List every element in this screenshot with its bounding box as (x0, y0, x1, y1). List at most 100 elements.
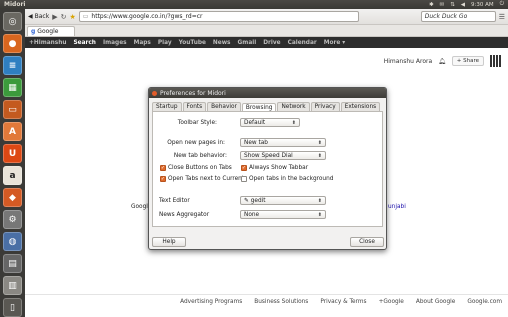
open-tabs-next-checkbox[interactable]: ✓ Open Tabs next to Current (160, 176, 244, 182)
menu-icon[interactable]: ☰ (499, 13, 505, 21)
google-bar-item[interactable]: Maps (134, 40, 151, 46)
checkbox-box: ✓ (160, 165, 166, 171)
google-bar-item[interactable]: Images (103, 40, 127, 46)
google-bar-item[interactable]: YouTube (179, 40, 206, 46)
software-center-icon[interactable]: A (3, 122, 22, 141)
toolbar-style-label: Toolbar Style: (177, 120, 217, 126)
app-icon[interactable]: ▥ (3, 276, 22, 295)
google-favicon-icon: g (31, 28, 36, 35)
open-tabs-background-checkbox[interactable]: Open tabs in the background (241, 176, 333, 182)
google-bar-item[interactable]: Drive (263, 40, 280, 46)
footer-link[interactable]: +Google (379, 299, 404, 305)
ubuntu-one-icon[interactable]: U (3, 144, 22, 163)
gedit-icon: ✎ (244, 197, 251, 204)
launcher: ◎ ● ≡ ▦ ▭ A U a ◆ ⚙ ◍ ▤ ▥ ▯ (0, 9, 25, 317)
active-app-title: Midori (4, 1, 26, 8)
google-bar-item[interactable]: More ▾ (324, 40, 345, 46)
tab-behavior[interactable]: Behavior (207, 102, 241, 111)
open-new-pages-label: Open new pages in: (167, 140, 225, 146)
writer-icon[interactable]: ≡ (3, 56, 22, 75)
text-editor-select[interactable]: ✎ gedit ⬍ (240, 196, 326, 205)
amazon-icon[interactable]: a (3, 166, 22, 185)
share-button[interactable]: + Share (451, 56, 484, 66)
firefox-icon[interactable]: ● (3, 34, 22, 53)
checkbox-box: ✓ (241, 165, 247, 171)
footer-link[interactable]: Google.com (467, 299, 502, 305)
dialog-title: Preferences for Midori (160, 89, 226, 97)
text-editor-value: gedit (250, 197, 266, 204)
news-aggregator-value: None (244, 211, 260, 218)
tab-extensions[interactable]: Extensions (340, 102, 381, 111)
checkbox-label: Open Tabs next to Current (168, 176, 245, 182)
checkbox-label: Always Show Tabbar (249, 165, 309, 171)
back-button[interactable]: ◀ Back (28, 13, 49, 20)
reload-icon[interactable]: ↻ (61, 13, 67, 21)
checkbox-label: Open tabs in the background (249, 176, 334, 182)
url-text: https://www.google.co.in/?gws_rd=cr (91, 13, 203, 20)
bluetooth-icon[interactable]: ✱ (429, 2, 434, 8)
google-bar-item[interactable]: News (213, 40, 231, 46)
page-icon: ▭ (82, 13, 89, 20)
power-icon[interactable]: ⏻ (500, 1, 504, 8)
dash-home-icon[interactable]: ◎ (3, 12, 22, 31)
navigation-toolbar: ◀ Back ▶ ↻ ★ ▭ https://www.google.co.in/?… (25, 9, 508, 25)
forward-icon[interactable]: ▶ (52, 13, 57, 21)
toolbar-style-value: Default (244, 119, 266, 126)
tab-fonts[interactable]: Fonts (182, 102, 207, 111)
close-button[interactable]: Close (350, 237, 384, 247)
settings-icon[interactable]: ⚙ (3, 210, 22, 229)
checkbox-box (241, 176, 247, 182)
app-icon[interactable]: ▤ (3, 254, 22, 273)
google-bar-item[interactable]: +Himanshu (29, 40, 66, 46)
always-show-tabbar-checkbox[interactable]: ✓ Always Show Tabbar (241, 165, 308, 171)
google-bar-item[interactable]: Search (73, 40, 95, 46)
user-name[interactable]: Himanshu Arora (384, 58, 432, 65)
clock[interactable]: 9:30 AM (471, 2, 494, 8)
network-icon[interactable]: ⇅ (450, 2, 455, 8)
calc-icon[interactable]: ▦ (3, 78, 22, 97)
toolbar-style-select[interactable]: Default ⬍ (240, 118, 300, 127)
google-bar-item[interactable]: Play (158, 40, 172, 46)
app-icon[interactable]: ◍ (3, 232, 22, 251)
trash-icon[interactable]: ▯ (3, 298, 22, 317)
footer-link[interactable]: Business Solutions (254, 299, 308, 305)
bookmark-star-icon[interactable]: ★ (69, 13, 75, 21)
close-buttons-checkbox[interactable]: ✓ Close Buttons on Tabs (160, 165, 232, 171)
tab-privacy[interactable]: Privacy (310, 102, 340, 111)
search-placeholder: Duck Duck Go (424, 13, 468, 20)
google-bar-item[interactable]: Calendar (288, 40, 317, 46)
mail-icon[interactable]: ✉ (440, 2, 445, 8)
back-label: Back (34, 13, 50, 20)
system-tray: ✱ ✉ ⇅ ◀ 9:30 AM ⏻ (429, 1, 504, 8)
tab-google[interactable]: g Google (27, 26, 75, 36)
news-aggregator-label: News Aggregator (159, 212, 210, 218)
app-icon[interactable]: ◆ (3, 188, 22, 207)
url-field[interactable]: ▭ https://www.google.co.in/?gws_rd=cr (78, 11, 359, 22)
news-aggregator-select[interactable]: None ⬍ (240, 210, 326, 219)
back-arrow-icon: ◀ (28, 13, 33, 20)
open-new-pages-select[interactable]: New tab ⬍ (240, 138, 326, 147)
page-link-fragment[interactable]: unjabi (388, 204, 406, 210)
notification-bell-icon[interactable]: 🔔︎ (438, 58, 446, 65)
checkbox-label: Close Buttons on Tabs (168, 165, 232, 171)
tab-startup[interactable]: Startup (152, 102, 182, 111)
preferences-dialog: Preferences for Midori Startup Fonts Behav… (148, 87, 387, 250)
new-tab-behavior-label: New tab behavior: (173, 153, 227, 159)
volume-icon[interactable]: ◀ (461, 2, 465, 8)
combo-arrow-icon: ⬍ (291, 119, 296, 126)
help-button[interactable]: Help (152, 237, 186, 247)
impress-icon[interactable]: ▭ (3, 100, 22, 119)
new-tab-behavior-select[interactable]: Show Speed Dial ⬍ (240, 151, 326, 160)
close-window-icon[interactable] (152, 90, 157, 96)
footer-link[interactable]: Advertising Programs (180, 299, 242, 305)
search-field[interactable]: Duck Duck Go (420, 11, 496, 22)
footer-link[interactable]: Privacy & Terms (320, 299, 366, 305)
footer-link[interactable]: About Google (416, 299, 455, 305)
open-new-pages-value: New tab (244, 139, 268, 146)
avatar[interactable] (490, 55, 502, 67)
dialog-titlebar: Preferences for Midori (149, 88, 386, 98)
dialog-tabs: Startup Fonts Behavior Browsing Network Priva… (149, 98, 386, 112)
google-bar-item[interactable]: Gmail (238, 40, 257, 46)
tab-network[interactable]: Network (277, 102, 310, 111)
user-bar: Himanshu Arora 🔔︎ + Share (384, 55, 502, 67)
